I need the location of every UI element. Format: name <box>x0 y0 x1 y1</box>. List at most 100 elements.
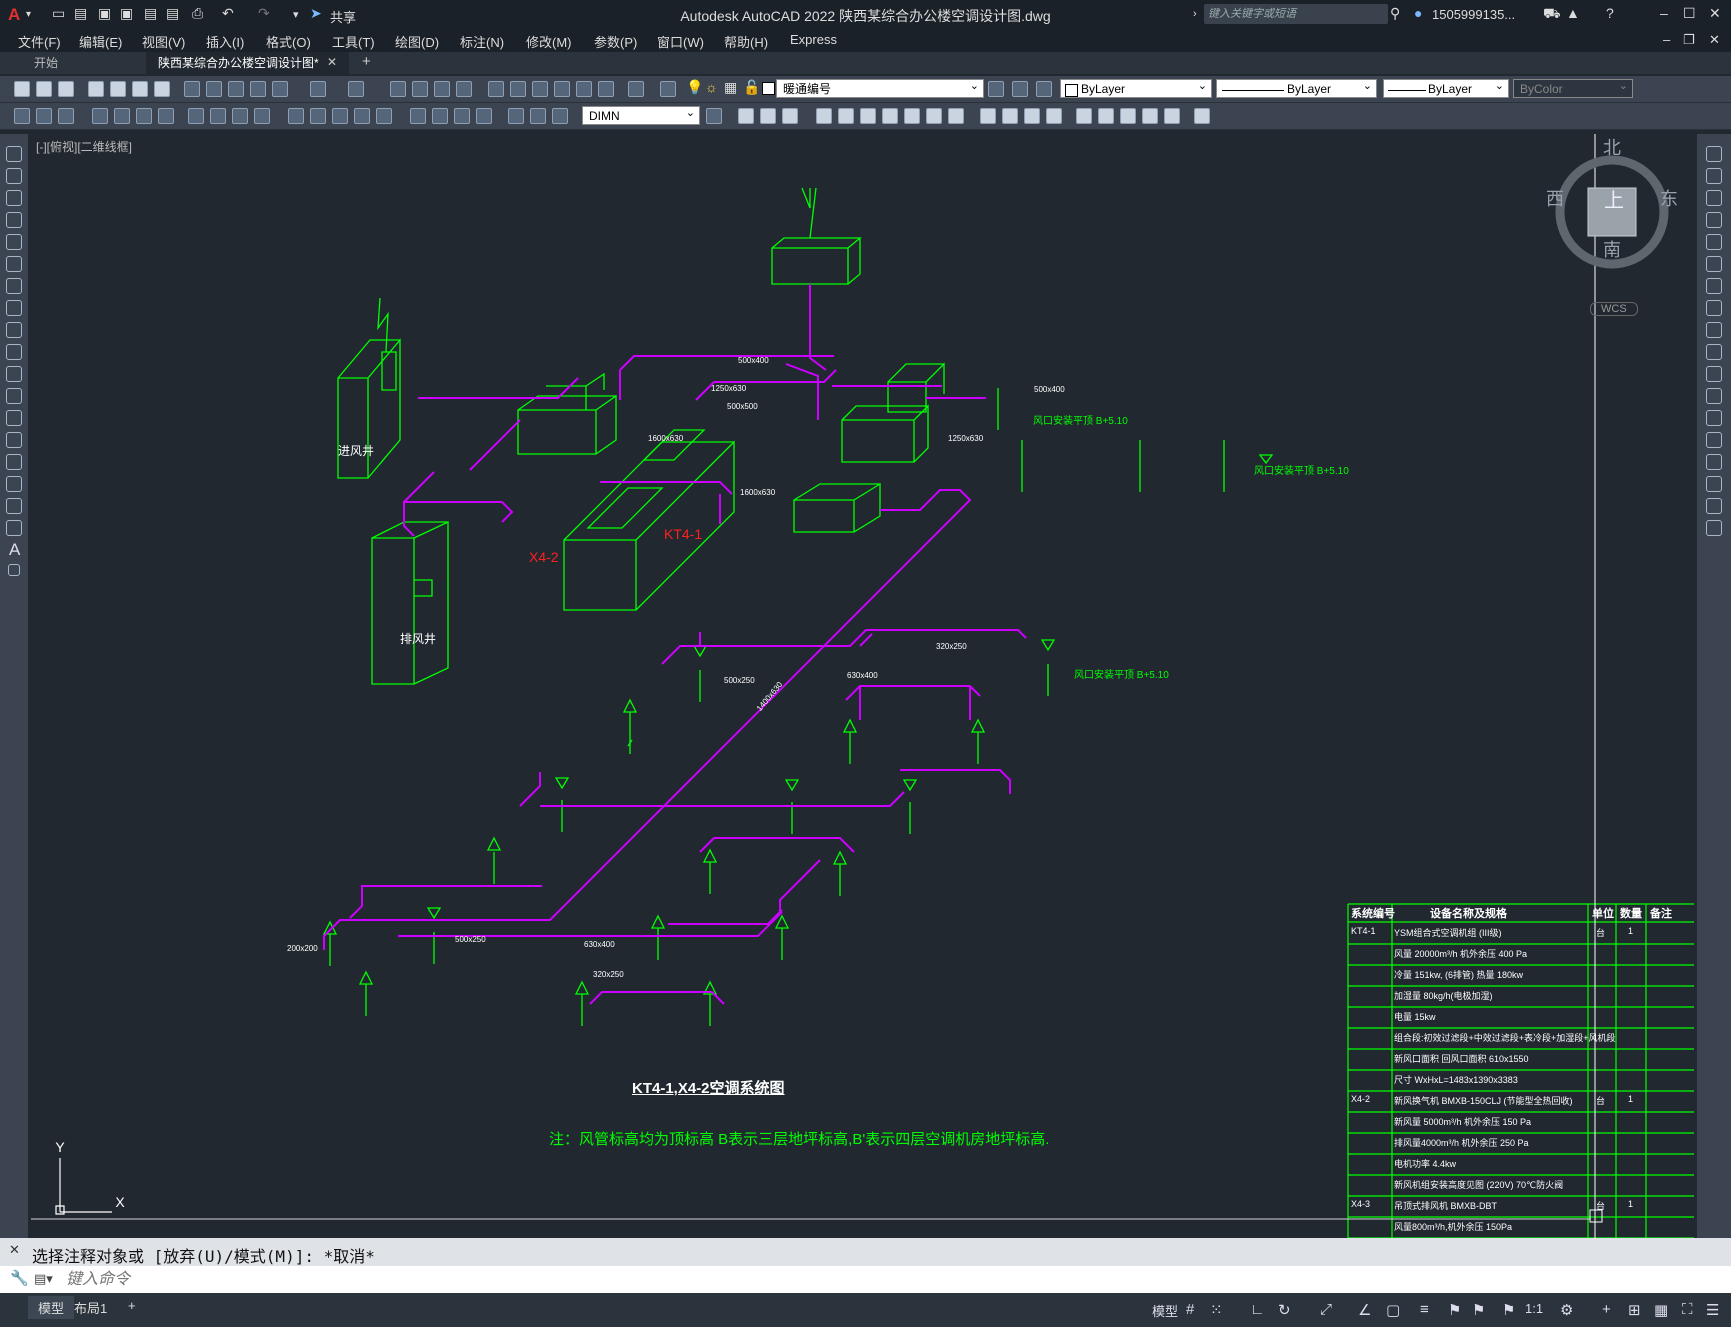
add-selected-icon[interactable] <box>8 564 20 576</box>
annotation-scale-value[interactable]: 1:1 <box>1525 1301 1543 1316</box>
move-side-icon[interactable] <box>1706 256 1722 272</box>
dim-jogged-icon[interactable] <box>210 108 226 124</box>
menu-modify[interactable]: 修改(M) <box>526 32 572 51</box>
share-button[interactable]: 共享 <box>330 7 356 26</box>
pan-icon[interactable] <box>390 81 406 97</box>
compass-east[interactable]: 东 <box>1660 185 1678 211</box>
copy-side-icon[interactable] <box>1706 168 1722 184</box>
dim-aligned-icon[interactable] <box>114 108 130 124</box>
insert-block-icon[interactable] <box>6 388 22 404</box>
paste-icon[interactable] <box>228 81 244 97</box>
undo-tb-icon[interactable] <box>310 81 326 97</box>
menu-window[interactable]: 窗口(W) <box>657 32 704 51</box>
dim-edit-icon[interactable] <box>508 108 524 124</box>
dim-space-icon[interactable] <box>354 108 370 124</box>
new-tab-button[interactable]: + <box>362 53 371 70</box>
table-style-icon[interactable] <box>36 108 52 124</box>
quickcalc-icon[interactable] <box>598 81 614 97</box>
redo-tb-icon[interactable] <box>348 81 364 97</box>
blend-side-icon[interactable] <box>1706 498 1722 514</box>
scale-icon[interactable] <box>882 108 898 124</box>
properties-icon[interactable] <box>488 81 504 97</box>
block-editor-icon[interactable] <box>272 81 288 97</box>
undo-icon[interactable]: ↶ <box>222 5 234 22</box>
save-web-icon[interactable]: ▤ <box>166 5 179 22</box>
recent-commands-icon[interactable]: ▤▾ <box>34 1271 53 1287</box>
zoom-window-icon[interactable] <box>434 81 450 97</box>
isodraft-icon[interactable]: ⤢ <box>1320 1301 1332 1318</box>
open-file-icon[interactable]: ▤ <box>74 5 87 22</box>
drawing-canvas[interactable]: Y X X4-2 KT4-1 进风井 排风井 风口安装平顶 B+5.10 风口安… <box>31 134 1694 1238</box>
dim-diameter-icon[interactable] <box>232 108 248 124</box>
line-icon[interactable] <box>6 146 22 162</box>
layer-lock-icon[interactable]: 🔓 <box>743 79 760 96</box>
rectangle-icon[interactable] <box>6 234 22 250</box>
menu-help[interactable]: 帮助(H) <box>724 32 768 51</box>
rotate-side-icon[interactable] <box>1706 278 1722 294</box>
save-tb-icon[interactable] <box>58 81 74 97</box>
customize-command-icon[interactable]: 🔧 <box>10 1269 29 1287</box>
trim-side-icon[interactable] <box>1706 344 1722 360</box>
snap-icon[interactable]: ⁙ <box>1210 1301 1223 1319</box>
annotation-visibility-icon[interactable]: ⚑ <box>1448 1301 1461 1319</box>
plotstyle-dropdown[interactable]: ByColor <box>1513 77 1633 98</box>
dim-text-edit-icon[interactable] <box>530 108 546 124</box>
user-icon[interactable]: ● <box>1414 5 1422 21</box>
annotation-scale-icon[interactable]: ⚑ <box>1502 1301 1515 1319</box>
dimstyle-dropdown[interactable]: DIMN <box>582 104 700 125</box>
cut-icon[interactable] <box>184 81 200 97</box>
zoom-realtime-icon[interactable] <box>412 81 428 97</box>
mtext-icon[interactable]: A <box>9 540 20 560</box>
break-side-icon[interactable] <box>1706 410 1722 426</box>
menu-format[interactable]: 格式(O) <box>266 32 311 51</box>
dim-angular-icon[interactable] <box>254 108 270 124</box>
help-icon[interactable]: ? <box>1606 5 1614 21</box>
share-icon[interactable]: ➤ <box>310 5 322 22</box>
dim-radius-icon[interactable] <box>188 108 204 124</box>
scale-side-icon[interactable] <box>1706 300 1722 316</box>
join-side-icon[interactable] <box>1706 432 1722 448</box>
stretch-side-icon[interactable] <box>1706 322 1722 338</box>
search-expand-icon[interactable]: › <box>1193 8 1197 20</box>
a360-icon[interactable]: ▲ <box>1566 5 1580 21</box>
dim-arc-icon[interactable] <box>136 108 152 124</box>
arc-icon[interactable] <box>6 256 22 272</box>
tolerance-icon[interactable] <box>410 108 426 124</box>
close-icon[interactable]: ✕ <box>1709 5 1721 22</box>
join-icon[interactable] <box>1002 108 1018 124</box>
dimstyle-manager-icon[interactable] <box>706 108 722 124</box>
ellipse-icon[interactable] <box>6 344 22 360</box>
move-icon[interactable] <box>838 108 854 124</box>
3dprint-icon[interactable] <box>154 81 170 97</box>
pedit-icon[interactable] <box>1120 108 1136 124</box>
search-input[interactable]: 键入关键字或短语 <box>1204 4 1388 24</box>
osnap-icon[interactable]: ▢ <box>1386 1301 1400 1319</box>
mirror-side-icon[interactable] <box>1706 190 1722 206</box>
cart-icon[interactable]: ⛟ <box>1543 5 1561 24</box>
extend-icon[interactable] <box>948 108 964 124</box>
spline-icon[interactable] <box>6 322 22 338</box>
markup-icon[interactable] <box>576 81 592 97</box>
ellipse-arc-icon[interactable] <box>6 366 22 382</box>
tab-current-file[interactable]: 陕西某综合办公楼空调设计图* <box>146 52 349 74</box>
hatch-icon[interactable] <box>6 454 22 470</box>
polygon-icon[interactable] <box>6 212 22 228</box>
compass-west[interactable]: 西 <box>1546 185 1564 211</box>
make-block-icon[interactable] <box>6 410 22 426</box>
splinedit-icon[interactable] <box>1142 108 1158 124</box>
dim-ordinate-icon[interactable] <box>158 108 174 124</box>
break-icon[interactable] <box>980 108 996 124</box>
layer-dropdown[interactable]: 暖通编号 <box>776 77 984 98</box>
doc-minimize-icon[interactable]: – <box>1663 32 1670 47</box>
qnew-icon[interactable] <box>14 81 30 97</box>
annotation-monitor-icon[interactable]: + <box>1602 1301 1611 1318</box>
extend-side-icon[interactable] <box>1706 366 1722 382</box>
table-icon[interactable] <box>6 520 22 536</box>
color-dropdown[interactable]: ByLayer <box>1060 77 1212 98</box>
open-icon[interactable] <box>36 81 52 97</box>
inspection-icon[interactable] <box>454 108 470 124</box>
chamfer-icon[interactable] <box>1024 108 1040 124</box>
offset-icon[interactable] <box>782 108 798 124</box>
plot-icon[interactable]: ⎙ <box>192 5 203 22</box>
menu-view[interactable]: 视图(V) <box>142 32 185 51</box>
